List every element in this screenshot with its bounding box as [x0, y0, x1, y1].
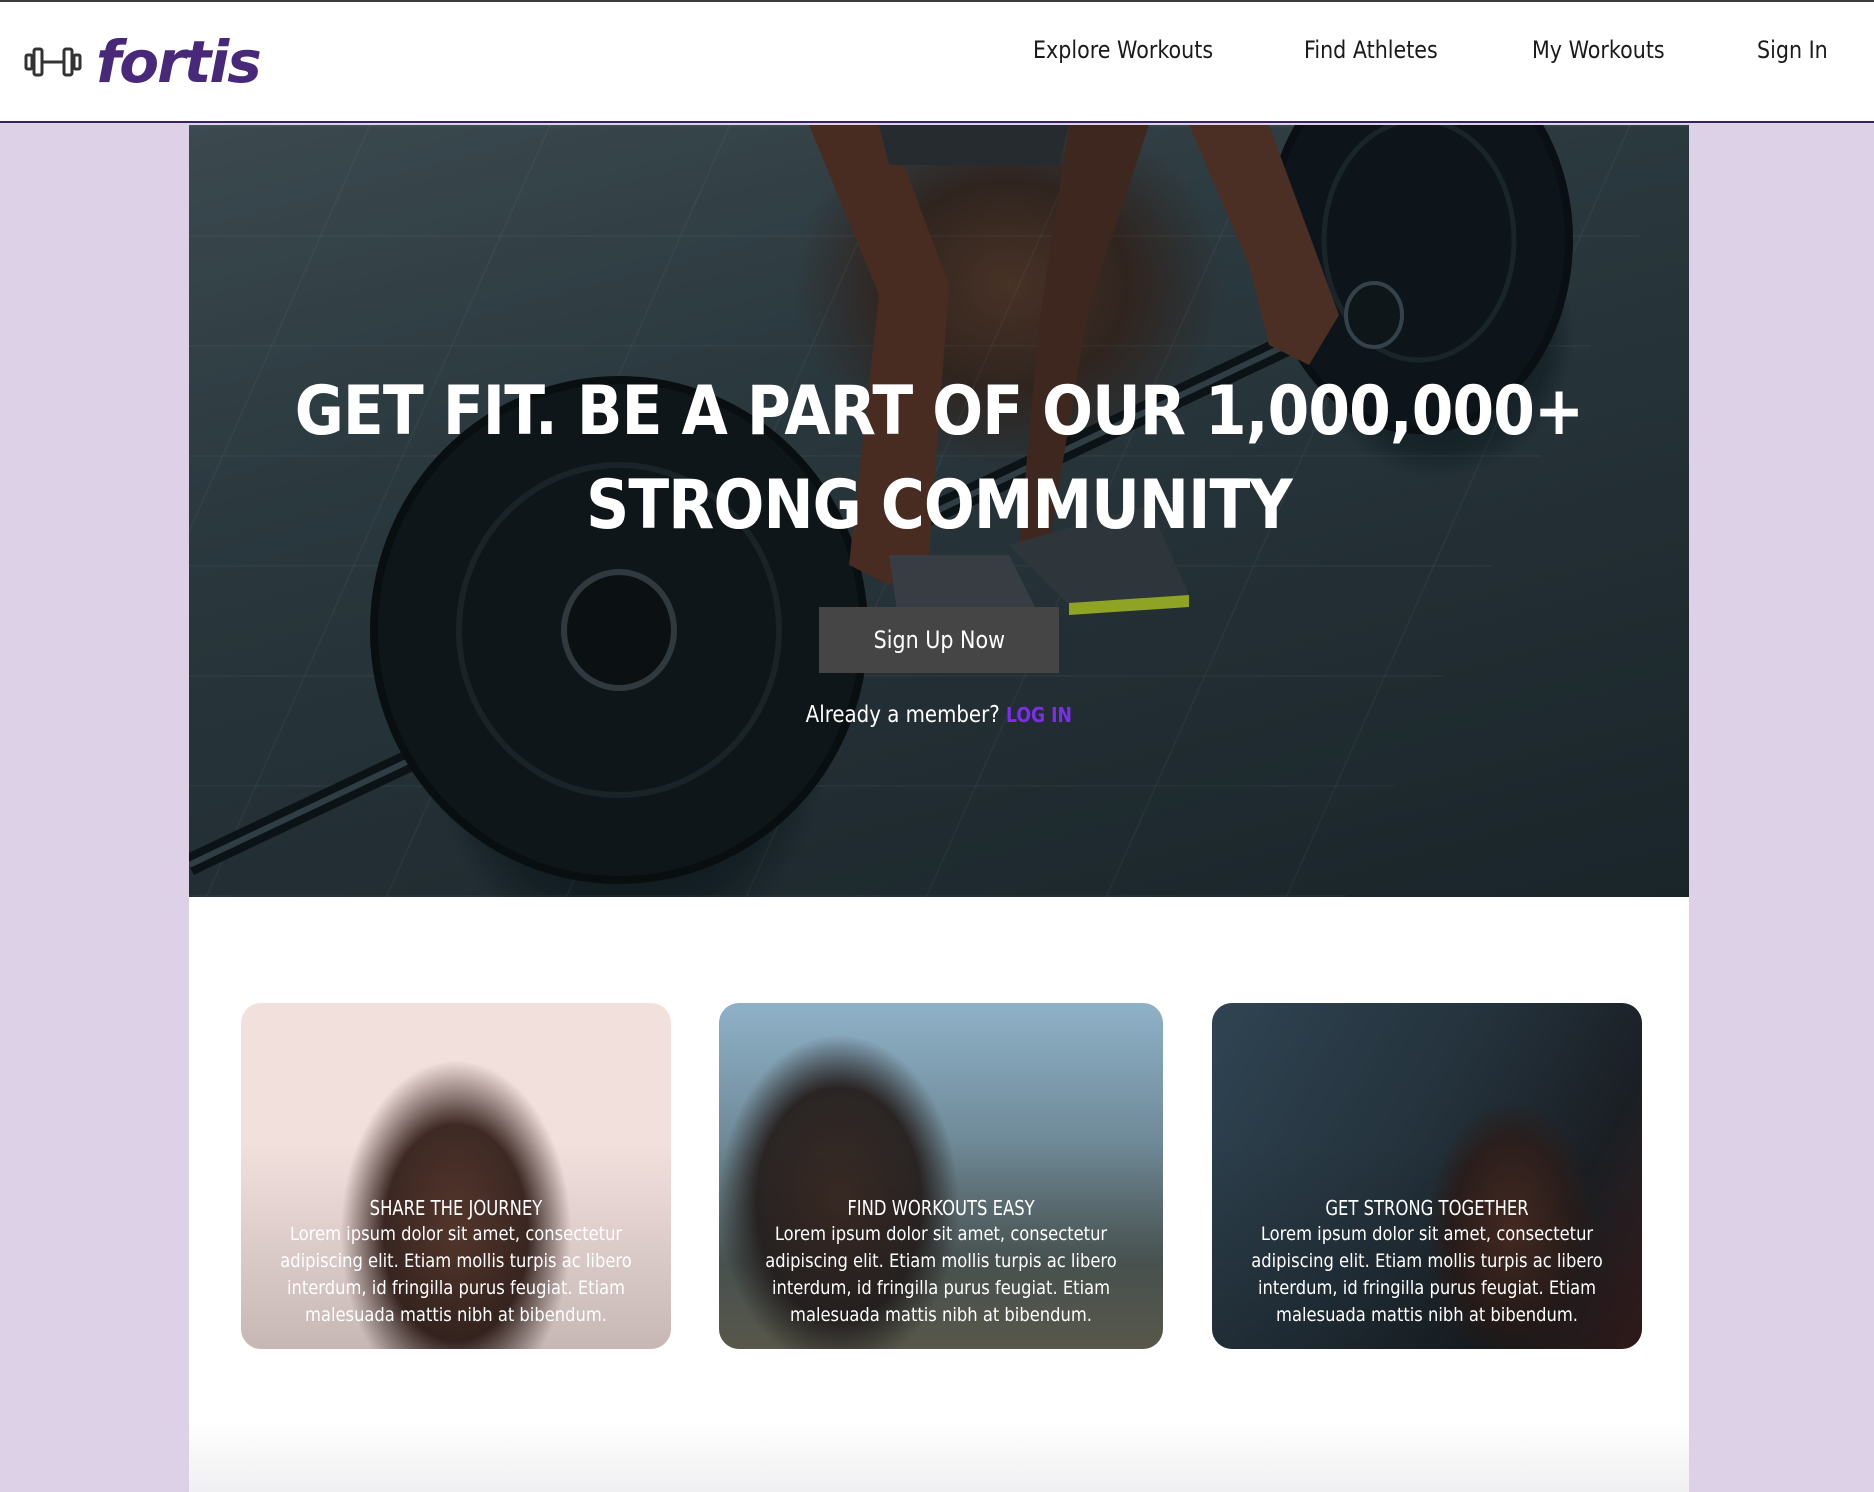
feature-card-text: FIND WORKOUTS EASY Lorem ipsum dolor sit…: [719, 1195, 1163, 1329]
nav-my-workouts[interactable]: My Workouts: [1532, 32, 1665, 68]
feature-card-get-strong-together[interactable]: GET STRONG TOGETHER Lorem ipsum dolor si…: [1212, 1003, 1642, 1349]
feature-card-share-the-journey[interactable]: SHARE THE JOURNEY Lorem ipsum dolor sit …: [241, 1003, 671, 1349]
feature-card-description: Lorem ipsum dolor sit amet, consectetur …: [280, 1223, 632, 1326]
feature-card-text: GET STRONG TOGETHER Lorem ipsum dolor si…: [1212, 1195, 1642, 1329]
navbar: fortis Explore Workouts Find Athletes My…: [0, 2, 1874, 123]
sign-up-button[interactable]: Sign Up Now: [819, 607, 1059, 673]
hero-title: GET FIT. BE A PART OF OUR 1,000,000+ STR…: [294, 372, 1584, 545]
nav-sign-in[interactable]: Sign In: [1757, 32, 1828, 68]
feature-card-find-workouts-easy[interactable]: FIND WORKOUTS EASY Lorem ipsum dolor sit…: [719, 1003, 1163, 1349]
member-prompt-text: Already a member?: [805, 702, 1000, 728]
feature-card-title: SHARE THE JOURNEY: [369, 1196, 543, 1220]
hero-banner: GET FIT. BE A PART OF OUR 1,000,000+ STR…: [189, 125, 1689, 897]
member-login-prompt: Already a member? LOG IN: [189, 698, 1689, 732]
nav-find-athletes[interactable]: Find Athletes: [1304, 32, 1438, 68]
log-in-link[interactable]: LOG IN: [1006, 703, 1072, 727]
sign-up-label: Sign Up Now: [873, 626, 1005, 654]
feature-card-title: FIND WORKOUTS EASY: [847, 1196, 1035, 1220]
feature-card-description: Lorem ipsum dolor sit amet, consectetur …: [1251, 1223, 1603, 1326]
feature-card-title: GET STRONG TOGETHER: [1325, 1196, 1529, 1220]
nav-explore-workouts[interactable]: Explore Workouts: [1033, 32, 1213, 68]
feature-card-description: Lorem ipsum dolor sit amet, consectetur …: [765, 1223, 1117, 1326]
features-section: SHARE THE JOURNEY Lorem ipsum dolor sit …: [189, 897, 1689, 1492]
nav-menu: Explore Workouts Find Athletes My Workou…: [0, 32, 1874, 72]
feature-card-text: SHARE THE JOURNEY Lorem ipsum dolor sit …: [241, 1195, 671, 1329]
